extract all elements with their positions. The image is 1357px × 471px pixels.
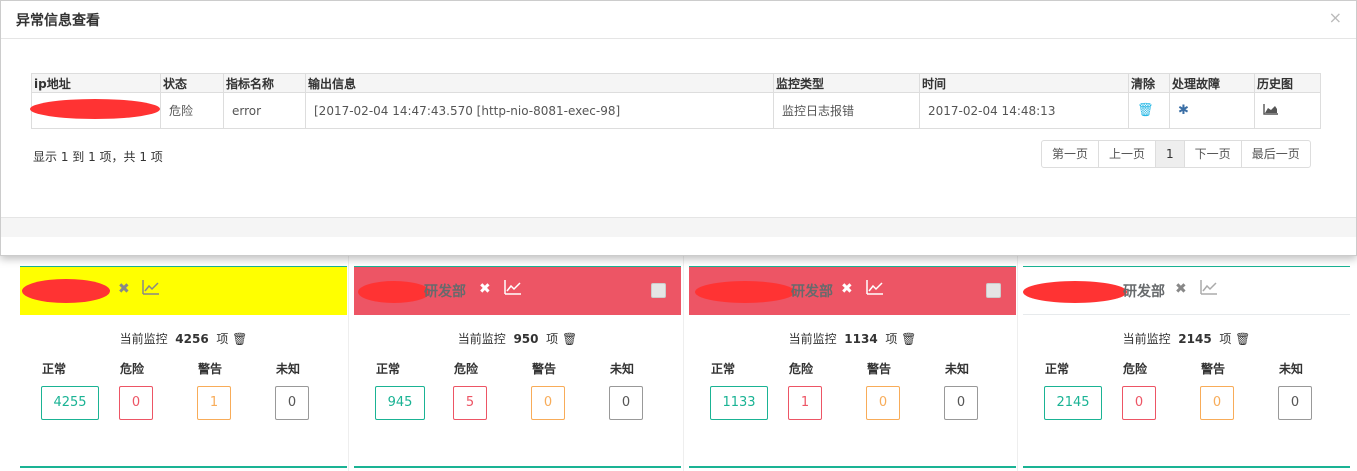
redacted-name bbox=[695, 281, 795, 303]
page-prev-button[interactable]: 上一页 bbox=[1098, 140, 1157, 168]
card-header: 研发部 ✖ bbox=[1023, 266, 1350, 315]
modal-header: 异常信息查看 × bbox=[1, 1, 1356, 39]
monitor-count-line: 当前监控 4256 项 🗑 bbox=[119, 332, 248, 346]
line-chart-icon[interactable] bbox=[1200, 279, 1218, 295]
col-time[interactable]: 时间 bbox=[919, 73, 1129, 93]
close-icon[interactable]: ✖ bbox=[479, 281, 491, 297]
close-icon[interactable]: ✖ bbox=[1175, 281, 1187, 297]
metric-cell: error bbox=[223, 92, 306, 129]
modal-title: 异常信息查看 bbox=[16, 13, 100, 29]
trash-icon[interactable]: 🗑 bbox=[1137, 103, 1154, 118]
warning-count[interactable]: 0 bbox=[531, 386, 565, 420]
modal-footer bbox=[1, 217, 1356, 237]
exception-info-modal: 异常信息查看 × ip地址 状态 指标名称 输出信息 监控类型 时间 清除 处理… bbox=[0, 0, 1357, 256]
monitor-count-line: 当前监控 1134 项 🗑 bbox=[788, 332, 917, 346]
danger-count[interactable]: 1 bbox=[788, 386, 822, 420]
trash-icon[interactable]: 🗑 bbox=[562, 332, 577, 346]
normal-count[interactable]: 945 bbox=[375, 386, 425, 420]
trash-icon[interactable]: 🗑 bbox=[1235, 332, 1250, 346]
line-chart-icon[interactable] bbox=[142, 279, 160, 295]
redacted-name bbox=[1023, 281, 1127, 303]
card-header: 研发部 ✖ bbox=[354, 266, 681, 315]
col-monitor-type[interactable]: 监控类型 bbox=[773, 73, 920, 93]
dept-card-3: 研发部 ✖ 当前监控 1134 项 🗑 正常 危险 警告 未知 1133 1 0… bbox=[689, 256, 1016, 471]
normal-count[interactable]: 2145 bbox=[1044, 386, 1102, 420]
dept-card-4: 研发部 ✖ 当前监控 2145 项 🗑 正常 危险 警告 未知 2145 0 0… bbox=[1023, 256, 1350, 471]
warning-count[interactable]: 0 bbox=[1200, 386, 1234, 420]
time-cell: 2017-02-04 14:48:13 bbox=[919, 92, 1129, 129]
trash-icon[interactable]: 🗑 bbox=[232, 332, 247, 346]
normal-count[interactable]: 4255 bbox=[41, 386, 99, 420]
divider bbox=[1017, 256, 1018, 471]
unknown-count[interactable]: 0 bbox=[275, 386, 309, 420]
unknown-count[interactable]: 0 bbox=[609, 386, 643, 420]
col-handle[interactable]: 处理故障 bbox=[1169, 73, 1255, 93]
select-checkbox[interactable] bbox=[651, 283, 666, 298]
close-icon[interactable]: × bbox=[1329, 8, 1342, 27]
card-header: ✖ bbox=[20, 266, 347, 315]
dept-name: 研发部 bbox=[791, 284, 833, 300]
danger-count[interactable]: 5 bbox=[453, 386, 487, 420]
unknown-count[interactable]: 0 bbox=[1278, 386, 1312, 420]
dept-name: 研发部 bbox=[424, 284, 466, 300]
select-checkbox[interactable] bbox=[986, 283, 1001, 298]
col-metric[interactable]: 指标名称 bbox=[223, 73, 306, 93]
monitor-type-cell: 监控日志报错 bbox=[773, 92, 920, 129]
warning-count[interactable]: 0 bbox=[866, 386, 900, 420]
close-icon[interactable]: ✖ bbox=[118, 281, 130, 297]
line-chart-icon[interactable] bbox=[866, 279, 884, 295]
col-clear[interactable]: 清除 bbox=[1128, 73, 1170, 93]
redacted-name bbox=[358, 281, 430, 303]
page-number-button[interactable]: 1 bbox=[1155, 140, 1185, 168]
table-header-row: ip地址 状态 指标名称 输出信息 监控类型 时间 清除 处理故障 历史图 bbox=[31, 73, 1321, 93]
card-bottom-border bbox=[1023, 466, 1350, 468]
col-output[interactable]: 输出信息 bbox=[305, 73, 774, 93]
page-next-button[interactable]: 下一页 bbox=[1183, 140, 1242, 168]
bug-icon[interactable]: ✱ bbox=[1178, 103, 1189, 118]
area-chart-icon[interactable] bbox=[1263, 103, 1279, 115]
clear-cell: 🗑 bbox=[1128, 92, 1170, 129]
output-cell: [2017-02-04 14:47:43.570 [http-nio-8081-… bbox=[305, 92, 774, 129]
card-header: 研发部 ✖ bbox=[689, 266, 1016, 315]
table-row: 危险 error [2017-02-04 14:47:43.570 [http-… bbox=[30, 92, 1321, 129]
trash-icon[interactable]: 🗑 bbox=[901, 332, 916, 346]
pagination: 第一页 上一页 1 下一页 最后一页 bbox=[1041, 140, 1311, 168]
normal-count[interactable]: 1133 bbox=[710, 386, 768, 420]
card-bottom-border bbox=[354, 466, 681, 468]
dept-card-2: 研发部 ✖ 当前监控 950 项 🗑 正常 危险 警告 未知 945 5 0 0 bbox=[354, 256, 681, 471]
divider bbox=[683, 256, 684, 471]
ip-cell bbox=[30, 92, 161, 129]
exception-table: ip地址 状态 指标名称 输出信息 监控类型 时间 清除 处理故障 历史图 危险… bbox=[30, 73, 1321, 129]
modal-body: ip地址 状态 指标名称 输出信息 监控类型 时间 清除 处理故障 历史图 危险… bbox=[1, 39, 1356, 237]
pagination-info: 显示 1 到 1 项，共 1 项 bbox=[33, 150, 163, 164]
monitor-count-line: 当前监控 950 项 🗑 bbox=[457, 332, 578, 346]
close-icon[interactable]: ✖ bbox=[841, 281, 853, 297]
history-cell bbox=[1254, 92, 1321, 129]
dept-card-1: ✖ 当前监控 4256 项 🗑 正常 危险 警告 未知 4255 0 1 0 bbox=[20, 256, 347, 471]
unknown-count[interactable]: 0 bbox=[944, 386, 978, 420]
danger-count[interactable]: 0 bbox=[1122, 386, 1156, 420]
page-first-button[interactable]: 第一页 bbox=[1041, 140, 1100, 168]
divider bbox=[348, 256, 349, 471]
page-last-button[interactable]: 最后一页 bbox=[1240, 140, 1311, 168]
danger-count[interactable]: 0 bbox=[119, 386, 153, 420]
line-chart-icon[interactable] bbox=[504, 279, 522, 295]
col-history[interactable]: 历史图 bbox=[1254, 73, 1321, 93]
status-cell: 危险 bbox=[160, 92, 224, 129]
col-ip[interactable]: ip地址 bbox=[31, 73, 161, 93]
monitor-count-line: 当前监控 2145 项 🗑 bbox=[1122, 332, 1251, 346]
redacted-ip bbox=[30, 99, 160, 119]
warning-count[interactable]: 1 bbox=[197, 386, 231, 420]
col-status[interactable]: 状态 bbox=[160, 73, 224, 93]
card-bottom-border bbox=[689, 466, 1016, 468]
redacted-name bbox=[22, 279, 110, 303]
card-bottom-border bbox=[20, 466, 347, 468]
handle-cell: ✱ bbox=[1169, 92, 1255, 129]
dept-name: 研发部 bbox=[1123, 284, 1165, 300]
